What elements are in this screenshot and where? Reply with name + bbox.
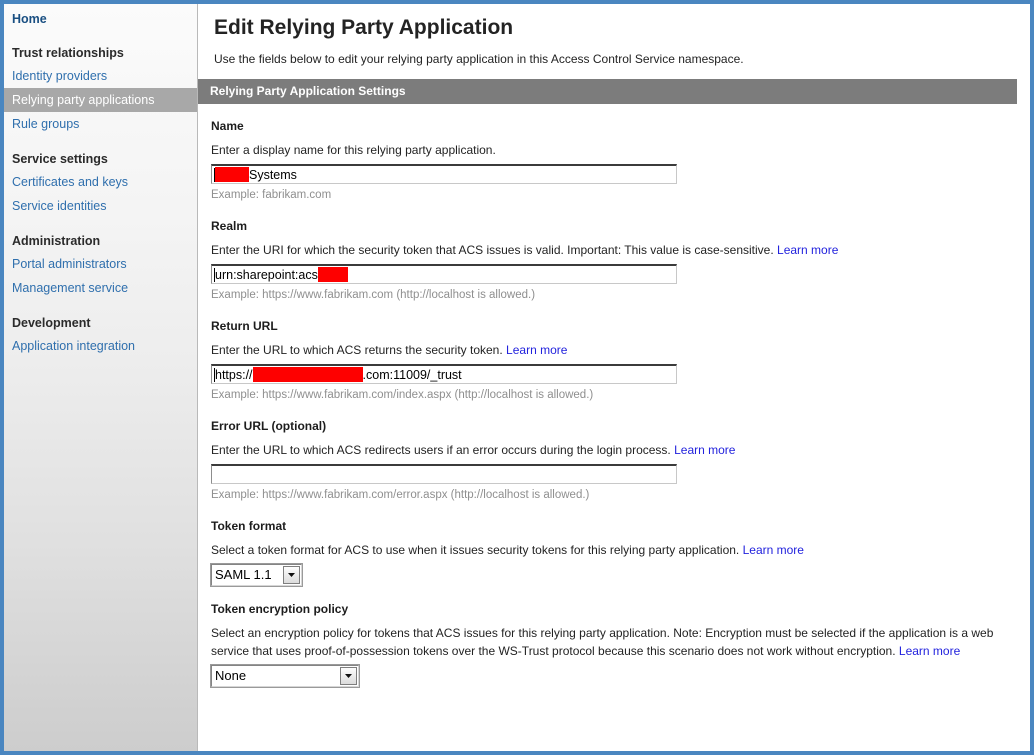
- sidebar-item-relying-party-applications[interactable]: Relying party applications: [4, 88, 197, 112]
- field-description-name: Enter a display name for this relying pa…: [211, 141, 1001, 159]
- field-return-url: Return URL Enter the URL to which ACS re…: [211, 318, 1030, 403]
- sidebar-item-application-integration[interactable]: Application integration: [4, 334, 197, 358]
- sidebar-group-trust-relationships: Trust relationships Identity providers R…: [4, 42, 197, 136]
- learn-more-link-return-url[interactable]: Learn more: [506, 343, 567, 357]
- field-name: Name Enter a display name for this relyi…: [211, 118, 1030, 203]
- sidebar-group-administration: Administration Portal administrators Man…: [4, 230, 197, 300]
- field-description-name-text: Enter a display name for this relying pa…: [211, 143, 496, 157]
- sidebar-heading-service-settings: Service settings: [12, 152, 108, 166]
- sidebar-group-service-settings: Service settings Certificates and keys S…: [4, 148, 197, 218]
- sidebar-item-rule-groups[interactable]: Rule groups: [4, 112, 197, 136]
- field-label-realm: Realm: [211, 219, 248, 233]
- field-example-name: Example: fabrikam.com: [211, 189, 332, 201]
- learn-more-link-error-url[interactable]: Learn more: [674, 443, 735, 457]
- field-realm: Realm Enter the URI for which the securi…: [211, 218, 1030, 303]
- field-description-token-encryption-policy: Select an encryption policy for tokens t…: [211, 624, 1001, 660]
- redaction-block-return-url: [252, 367, 363, 382]
- learn-more-link-realm[interactable]: Learn more: [777, 243, 838, 257]
- field-example-error-url: Example: https://www.fabrikam.com/error.…: [211, 489, 590, 501]
- field-description-realm: Enter the URI for which the security tok…: [211, 241, 1001, 259]
- page-title: Edit Relying Party Application: [214, 16, 514, 39]
- return-url-input[interactable]: https:// .com:11009/_trust: [211, 364, 677, 384]
- realm-input[interactable]: urn:sharepoint:acs: [211, 264, 677, 284]
- main-content: Edit Relying Party Application Use the f…: [198, 4, 1030, 751]
- learn-more-link-token-format[interactable]: Learn more: [743, 543, 804, 557]
- field-error-url: Error URL (optional) Enter the URL to wh…: [211, 418, 1030, 503]
- token-format-select[interactable]: SAML 1.1: [210, 563, 303, 587]
- field-description-token-encryption-policy-text: Select an encryption policy for tokens t…: [211, 626, 994, 658]
- section-header-relying-party-application-settings: Relying Party Application Settings: [198, 79, 1017, 104]
- return-url-input-prefix: https://: [215, 367, 253, 382]
- realm-input-value: urn:sharepoint:acs: [215, 267, 318, 282]
- token-encryption-policy-selected-value: None: [215, 668, 247, 683]
- field-label-return-url: Return URL: [211, 319, 278, 333]
- page-intro-text: Use the fields below to edit your relyin…: [214, 52, 744, 66]
- sidebar-item-management-service[interactable]: Management service: [4, 276, 197, 300]
- sidebar-group-development: Development Application integration: [4, 312, 197, 358]
- field-example-realm: Example: https://www.fabrikam.com (http:…: [211, 289, 536, 301]
- field-description-token-format: Select a token format for ACS to use whe…: [211, 541, 1001, 559]
- field-description-error-url: Enter the URL to which ACS redirects use…: [211, 441, 1001, 459]
- chevron-down-icon[interactable]: [340, 667, 357, 685]
- sidebar-item-home[interactable]: Home: [4, 4, 197, 30]
- field-token-format: Token format Select a token format for A…: [210, 518, 1030, 587]
- field-example-return-url: Example: https://www.fabrikam.com/index.…: [211, 389, 594, 401]
- token-format-selected-value: SAML 1.1: [215, 567, 272, 582]
- sidebar-navigation: Home Trust relationships Identity provid…: [4, 4, 198, 751]
- sidebar-heading-trust-relationships: Trust relationships: [12, 46, 124, 60]
- field-label-name: Name: [211, 119, 244, 133]
- redaction-block-realm: [317, 267, 348, 282]
- return-url-input-suffix: .com:11009/_trust: [362, 367, 462, 382]
- token-encryption-policy-select[interactable]: None: [210, 664, 360, 688]
- error-url-input[interactable]: [211, 464, 677, 484]
- field-token-encryption-policy: Token encryption policy Select an encryp…: [210, 601, 1030, 688]
- content-header-area: Edit Relying Party Application Use the f…: [198, 4, 1030, 67]
- sidebar-item-service-identities[interactable]: Service identities: [4, 194, 197, 218]
- name-input-value: Systems: [249, 167, 297, 182]
- field-label-token-format: Token format: [211, 519, 287, 533]
- application-window: Home Trust relationships Identity provid…: [0, 0, 1034, 755]
- sidebar-item-identity-providers[interactable]: Identity providers: [4, 64, 197, 88]
- field-description-return-url-text: Enter the URL to which ACS returns the s…: [211, 343, 503, 357]
- learn-more-link-token-encryption-policy[interactable]: Learn more: [899, 644, 960, 658]
- chevron-down-icon[interactable]: [283, 566, 300, 584]
- sidebar-item-certificates-and-keys[interactable]: Certificates and keys: [4, 170, 197, 194]
- settings-form: Name Enter a display name for this relyi…: [198, 118, 1030, 688]
- sidebar-item-portal-administrators[interactable]: Portal administrators: [4, 252, 197, 276]
- field-description-token-format-text: Select a token format for ACS to use whe…: [211, 543, 740, 557]
- sidebar-heading-administration: Administration: [12, 234, 101, 248]
- sidebar-heading-development: Development: [12, 316, 91, 330]
- field-label-token-encryption-policy: Token encryption policy: [211, 602, 349, 616]
- field-description-error-url-text: Enter the URL to which ACS redirects use…: [211, 443, 671, 457]
- field-label-error-url: Error URL (optional): [211, 419, 327, 433]
- name-input[interactable]: Systems: [211, 164, 677, 184]
- redaction-block-name: [215, 167, 249, 182]
- field-description-return-url: Enter the URL to which ACS returns the s…: [211, 341, 1001, 359]
- field-description-realm-text: Enter the URI for which the security tok…: [211, 243, 774, 257]
